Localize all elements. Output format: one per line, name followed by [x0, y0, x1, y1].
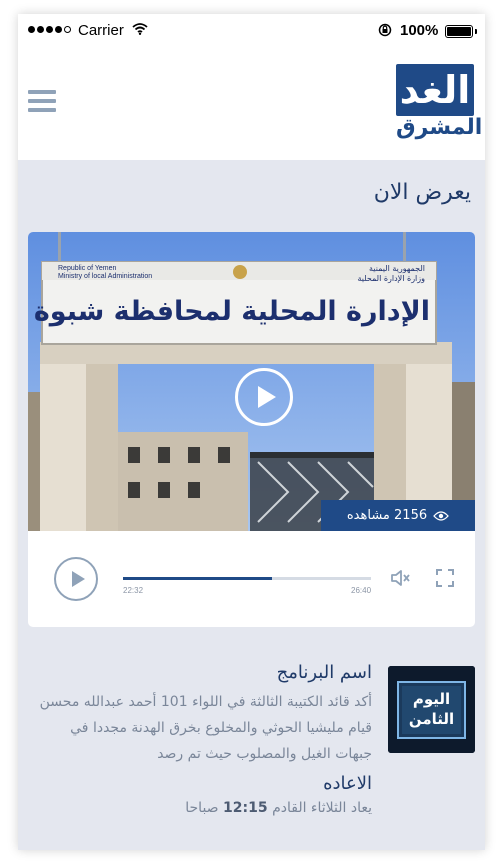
video-player-card: الإدارة المحلية لمحافظة شبوة Republic of… [28, 232, 475, 627]
video-thumbnail[interactable]: الإدارة المحلية لمحافظة شبوة Republic of… [28, 232, 475, 531]
eye-icon [433, 510, 449, 521]
now-playing-title: يعرض الان [373, 180, 471, 205]
current-time: 22:32 [123, 586, 144, 595]
battery-icon [445, 25, 477, 38]
program-thumbnail[interactable]: اليوم الثامن [388, 666, 475, 753]
rerun-title: الاعاده [323, 773, 372, 794]
rerun-schedule: يعاد الثلاثاء القادم 12:15 صباحا [32, 800, 372, 816]
player-controls: 22:32 26:40 [28, 531, 475, 627]
logo-main-text: الغد [396, 64, 474, 116]
sign-en-line1: Republic of Yemen [58, 265, 117, 272]
sign-ar-line2: وزارة الإدارة المحلية [357, 274, 425, 283]
hamburger-menu-button[interactable] [28, 90, 56, 112]
rotation-lock-icon [378, 23, 392, 37]
program-thumb-line2: الثامن [408, 710, 455, 728]
volume-icon[interactable] [390, 568, 412, 588]
app-logo[interactable]: الغد المشرق [396, 64, 483, 144]
views-badge: 2156 مشاهده [321, 500, 475, 531]
progress-fill [123, 577, 272, 580]
rerun-suffix: صباحا [185, 800, 219, 816]
fullscreen-icon[interactable] [436, 569, 454, 587]
carrier-label: Carrier [78, 22, 124, 39]
status-bar: Carrier 100% [18, 14, 485, 48]
sign-ar-line1: الجمهورية اليمنية [368, 264, 425, 273]
video-play-overlay-button[interactable] [235, 368, 293, 426]
program-thumb-line1: اليوم [412, 690, 451, 708]
wifi-icon [132, 23, 148, 35]
logo-sub-text: المشرق [396, 115, 483, 140]
program-info: اسم البرنامج أكد قائد الكتيبة الثالثة في… [32, 662, 372, 816]
rerun-time: 12:15 [223, 800, 268, 816]
battery-percentage: 100% [400, 22, 439, 39]
views-count: 2156 مشاهده [346, 508, 428, 523]
program-description: أكد قائد الكتيبة الثالثة في اللواء 101 أ… [39, 694, 372, 762]
sign-en-line2: Ministry of local Administration [58, 273, 153, 280]
sign-main-text: الإدارة المحلية لمحافظة شبوة [33, 296, 430, 327]
program-name: اسم البرنامج [276, 662, 372, 683]
play-button[interactable] [54, 557, 98, 601]
rerun-prefix: يعاد الثلاثاء القادم [272, 800, 372, 816]
total-time: 26:40 [351, 586, 372, 595]
phone-screen: Carrier 100% الغد المشرق يعرض الان الإدا… [18, 14, 485, 850]
signal-strength-icon [28, 26, 71, 33]
progress-bar[interactable] [123, 577, 371, 580]
app-header: الغد المشرق [18, 48, 485, 160]
